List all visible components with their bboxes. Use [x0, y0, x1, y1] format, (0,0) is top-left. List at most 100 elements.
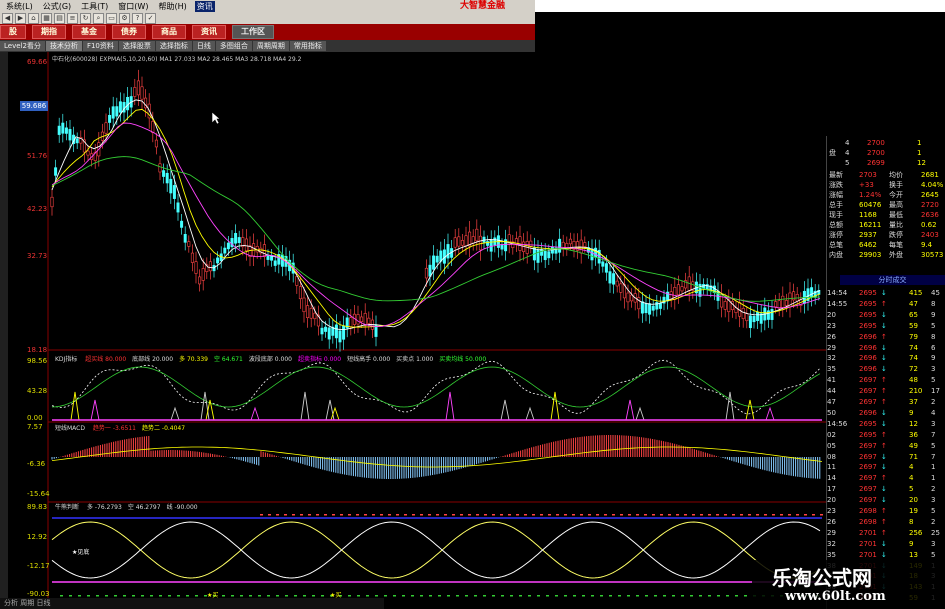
candle-body: [201, 268, 205, 281]
tick-direction: ↑: [881, 398, 887, 406]
osc-dot: [772, 514, 775, 516]
check-icon[interactable]: ✓: [145, 12, 156, 24]
candle-body: [320, 327, 324, 335]
osc-dot: [600, 595, 603, 597]
candle-body: [356, 314, 360, 325]
quote-row: 总笔 6462 每笔 9.4: [827, 240, 945, 250]
refresh-icon[interactable]: ↻: [80, 12, 91, 24]
osc-dot: [465, 595, 468, 597]
tick-time: 14:54: [827, 289, 848, 297]
tick-direction: ↓: [881, 321, 887, 330]
osc-dot: [231, 595, 234, 597]
settings-icon[interactable]: ⚙: [119, 12, 130, 24]
tick-volume: 59: [909, 321, 918, 330]
tab-period[interactable]: 周期周期: [252, 41, 289, 51]
tick-count: 3: [931, 539, 936, 548]
kdj-spike: [500, 399, 510, 421]
candle-body: [745, 313, 749, 322]
macd-header: 短线MACD 趋势一 -3.6511 趋势二 -0.4047: [55, 423, 185, 432]
tab-level2[interactable]: Level2看分: [0, 41, 45, 51]
brand-bar: [535, 0, 945, 12]
help-icon[interactable]: ?: [132, 12, 143, 24]
tab-f10[interactable]: F10资料: [82, 41, 118, 51]
stat-label: 外盘: [889, 251, 903, 259]
osc-dot: [132, 595, 135, 597]
status-bar: 分析 周期 日线: [0, 598, 384, 609]
candle-body: [547, 251, 551, 259]
nav-commodities[interactable]: 商品: [152, 25, 186, 39]
menu-formula[interactable]: 公式(G): [41, 1, 73, 12]
osc-dot: [436, 514, 439, 516]
tick-time: 50: [827, 408, 836, 417]
candle-body: [360, 316, 364, 322]
tick-direction: ↓: [881, 354, 887, 363]
tab-multi-chart[interactable]: 多图组合: [215, 41, 252, 51]
tab-daily[interactable]: 日线: [192, 41, 215, 51]
osc-dot: [548, 514, 551, 516]
osc-dot: [764, 514, 767, 516]
tick-price: 2696: [859, 354, 877, 363]
grid-icon[interactable]: ▦: [41, 12, 52, 24]
list-icon[interactable]: ≡: [67, 12, 78, 24]
kline-chart[interactable]: [0, 52, 826, 609]
tick-volume: 5: [909, 485, 914, 494]
osc-title: 牛熊判断: [55, 504, 80, 511]
tick-price: 2701: [859, 539, 877, 548]
tab-tech-analysis[interactable]: 技术分析: [45, 41, 82, 51]
osc-dot: [492, 595, 495, 597]
tick-count: 5: [931, 507, 936, 515]
menu-system[interactable]: 系统(L): [4, 1, 35, 12]
osc-dot: [636, 514, 639, 516]
forward-icon[interactable]: ▶: [15, 12, 26, 24]
kdj-title: KDJ指标: [55, 356, 78, 363]
candle-body: [583, 242, 587, 247]
stat-label: 现手: [829, 211, 843, 219]
watermark-title: 乐淘公式网: [772, 566, 872, 590]
function-tabs: Level2看分 技术分析 F10资料 选择股票 选择指标 日线 多图组合 周期…: [0, 40, 535, 52]
tab-select-indicator[interactable]: 选择指标: [155, 41, 192, 51]
osc-dot: [168, 595, 171, 597]
tick-direction: ↓: [881, 419, 887, 428]
quote-row: 5 2699 12: [827, 158, 945, 168]
osc-dot: [60, 595, 63, 597]
tick-time: 17: [827, 485, 836, 494]
nav-news[interactable]: 资讯: [192, 25, 226, 39]
kdj-value: 买卖均线 50.000: [439, 356, 487, 363]
nav-stock[interactable]: 股: [0, 25, 26, 39]
nav-index-futures[interactable]: 期指: [32, 25, 66, 39]
stat-value: 30573: [921, 251, 944, 259]
tick-volume: 37: [909, 398, 918, 406]
menu-news[interactable]: 资讯: [194, 0, 215, 12]
chart-icon[interactable]: ▤: [54, 12, 65, 24]
tick-section-header[interactable]: 分时成交: [840, 275, 945, 285]
search-icon[interactable]: ⌕: [93, 12, 104, 24]
menu-tools[interactable]: 工具(T): [79, 1, 110, 12]
osc-dot: [324, 514, 327, 516]
osc-dot: [332, 514, 335, 516]
quote-row: 11 2697 ↓ 4 1: [827, 462, 945, 472]
tab-common-indicators[interactable]: 常用指标: [289, 41, 326, 51]
tab-select-stock[interactable]: 选择股票: [118, 41, 155, 51]
print-icon[interactable]: ▭: [106, 12, 117, 24]
osc-dot: [604, 514, 607, 516]
nav-workspace[interactable]: 工作区: [232, 25, 274, 39]
nav-funds[interactable]: 基金: [72, 25, 106, 39]
back-icon[interactable]: ◀: [2, 12, 13, 24]
home-icon[interactable]: ⌂: [28, 12, 39, 24]
menu-help[interactable]: 帮助(H): [156, 1, 188, 12]
osc-dot: [591, 595, 594, 597]
candle-body: [111, 106, 115, 119]
candle-body: [190, 252, 194, 263]
kdj-spike: [200, 391, 210, 421]
osc-dot: [627, 595, 630, 597]
macd-value: 趋势二 -0.4047: [142, 425, 186, 432]
quote-row: 总额 16211 量比 0.62: [827, 220, 945, 230]
nav-bonds[interactable]: 债券: [112, 25, 146, 39]
candle-body: [302, 297, 306, 313]
tick-time: 08: [827, 452, 836, 461]
osc-dot: [636, 595, 639, 597]
menu-window[interactable]: 窗口(W): [116, 1, 150, 12]
quote-row: 涨停 2937 跌停 2403: [827, 230, 945, 240]
osc-dot: [645, 595, 648, 597]
osc-dot: [186, 595, 189, 597]
